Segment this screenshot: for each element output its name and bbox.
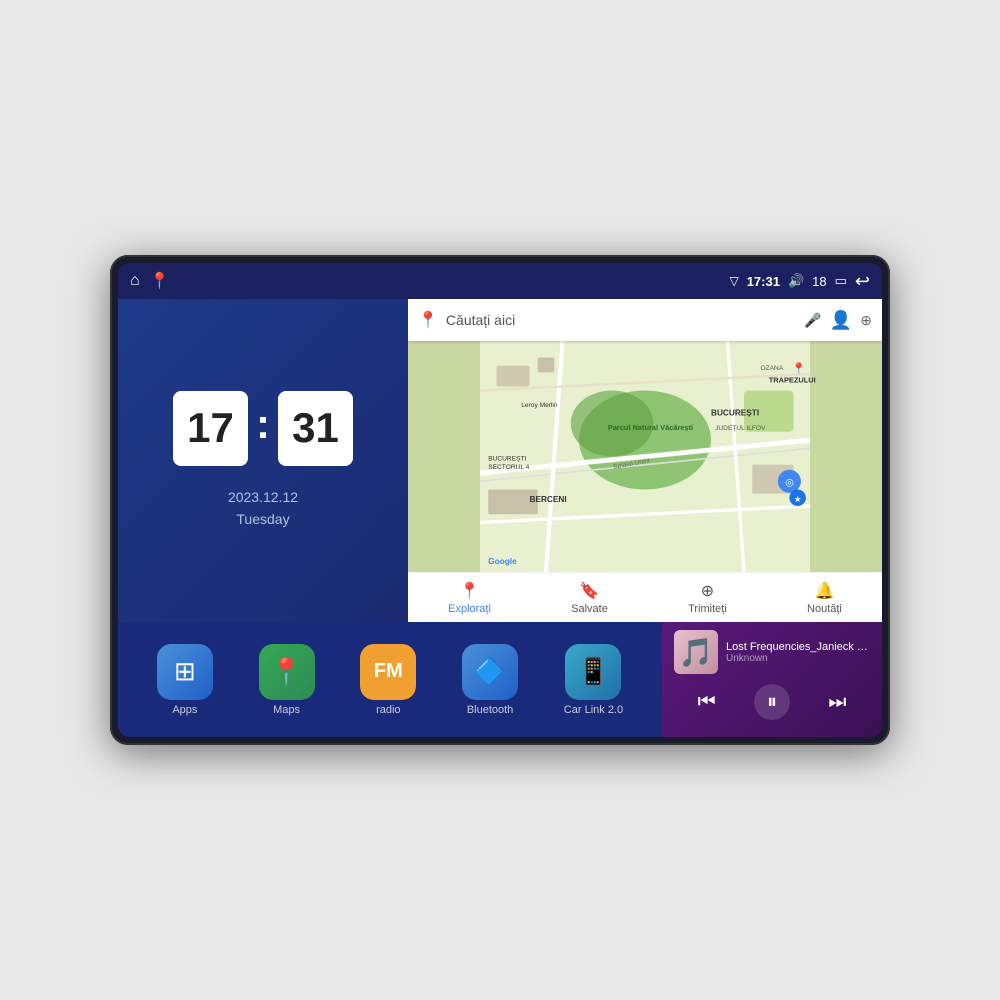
battery-icon: ▭ [835, 273, 847, 289]
map-footer: 📍 Explorați 🔖 Salvate ⊕ Trimiteți 🔔 [408, 572, 882, 622]
app-carlink[interactable]: 📱 Car Link 2.0 [564, 644, 623, 716]
map-panel[interactable]: 📍 Căutați aici 🎤 👤 ⊕ [408, 299, 882, 622]
home-icon[interactable]: ⌂ [130, 272, 140, 290]
svg-text:BERCENI: BERCENI [530, 495, 567, 504]
screen: ⌂ 📍 ▽ 17:31 🔊 18 ▭ ↩ 17 : [118, 263, 882, 737]
music-controls: ⏮ ⏸ ⏭ [674, 684, 870, 720]
music-player: 🎵 Lost Frequencies_Janieck Devy-... Unkn… [662, 622, 882, 737]
svg-text:BUCUREȘTI: BUCUREȘTI [488, 456, 526, 463]
send-label: Trimiteți [688, 603, 727, 615]
map-footer-send[interactable]: ⊕ Trimiteți [688, 581, 727, 615]
bottom-section: ⊞ Apps 📍 Maps FM [118, 622, 882, 737]
news-icon: 🔔 [814, 581, 834, 601]
svg-text:OZANA: OZANA [761, 365, 784, 372]
music-thumbnail: 🎵 [674, 630, 718, 674]
main-content: 17 : 31 2023.12.12 Tuesday 📍 Căutați aic… [118, 299, 882, 737]
news-label: Noutăți [807, 603, 842, 615]
app-maps[interactable]: 📍 Maps [259, 644, 315, 716]
app-apps[interactable]: ⊞ Apps [157, 644, 213, 716]
clock-colon: : [256, 400, 270, 448]
saved-label: Salvate [571, 603, 608, 615]
map-footer-explore[interactable]: 📍 Explorați [448, 581, 491, 615]
clock-date-value: 2023.12.12 [228, 486, 298, 508]
explore-label: Explorați [448, 603, 491, 615]
map-footer-news[interactable]: 🔔 Noutăți [807, 581, 842, 615]
svg-text:TRAPEZULUI: TRAPEZULUI [769, 375, 816, 384]
app-radio[interactable]: FM radio [360, 644, 416, 716]
mic-icon[interactable]: 🎤 [804, 312, 821, 329]
clock-minute: 31 [278, 391, 353, 466]
svg-text:📍: 📍 [792, 361, 806, 375]
radio-label: radio [376, 704, 400, 716]
maps-label: Maps [273, 704, 300, 716]
bluetooth-icon: 🔷 [462, 644, 518, 700]
maps-status-icon[interactable]: 📍 [150, 271, 170, 291]
clock-display: 17 : 31 [173, 391, 353, 466]
svg-text:SECTORUL 4: SECTORUL 4 [488, 464, 529, 471]
prev-button[interactable]: ⏮ [689, 684, 725, 720]
svg-text:Leroy Merlin: Leroy Merlin [521, 402, 558, 409]
explore-icon: 📍 [460, 581, 480, 601]
play-pause-button[interactable]: ⏸ [754, 684, 790, 720]
signal-icon: ▽ [729, 274, 738, 288]
account-icon[interactable]: 👤 [830, 310, 852, 331]
svg-text:BUCUREȘTI: BUCUREȘTI [711, 408, 759, 417]
maps-icon: 📍 [259, 644, 315, 700]
apps-icon: ⊞ [157, 644, 213, 700]
carlink-label: Car Link 2.0 [564, 704, 623, 716]
map-content: Parcul Natural Văcărești BUCUREȘTI JUDEȚ… [408, 341, 882, 572]
carlink-icon: 📱 [565, 644, 621, 700]
radio-icon: FM [360, 644, 416, 700]
saved-icon: 🔖 [580, 581, 600, 601]
map-pin-icon: 📍 [418, 310, 438, 330]
back-icon[interactable]: ↩ [855, 271, 870, 292]
clock-date: 2023.12.12 Tuesday [228, 486, 298, 531]
status-right: ▽ 17:31 🔊 18 ▭ ↩ [729, 271, 870, 292]
apps-area: ⊞ Apps 📍 Maps FM [118, 622, 662, 737]
clock-panel: 17 : 31 2023.12.12 Tuesday [118, 299, 408, 622]
status-left: ⌂ 📍 [130, 271, 170, 291]
svg-text:◎: ◎ [785, 477, 794, 488]
time-display: 17:31 [747, 274, 780, 289]
bluetooth-label: Bluetooth [467, 704, 513, 716]
clock-day: Tuesday [228, 508, 298, 530]
music-artist: Unknown [726, 653, 870, 664]
music-info: 🎵 Lost Frequencies_Janieck Devy-... Unkn… [674, 630, 870, 674]
top-section: 17 : 31 2023.12.12 Tuesday 📍 Căutați aic… [118, 299, 882, 622]
send-icon: ⊕ [701, 581, 714, 601]
car-screen-device: ⌂ 📍 ▽ 17:31 🔊 18 ▭ ↩ 17 : [110, 255, 890, 745]
battery-level: 18 [812, 274, 826, 289]
map-header-icons: 🎤 👤 ⊕ [804, 310, 872, 331]
map-search-input[interactable]: Căutați aici [446, 312, 796, 328]
next-button[interactable]: ⏭ [819, 684, 855, 720]
layers-icon[interactable]: ⊕ [860, 312, 872, 329]
status-bar: ⌂ 📍 ▽ 17:31 🔊 18 ▭ ↩ [118, 263, 882, 299]
app-bluetooth[interactable]: 🔷 Bluetooth [462, 644, 518, 716]
music-meta: Lost Frequencies_Janieck Devy-... Unknow… [726, 641, 870, 664]
svg-text:Parcul Natural Văcărești: Parcul Natural Văcărești [608, 423, 693, 432]
apps-label: Apps [172, 704, 197, 716]
map-footer-saved[interactable]: 🔖 Salvate [571, 581, 608, 615]
clock-hour: 17 [173, 391, 248, 466]
map-header: 📍 Căutați aici 🎤 👤 ⊕ [408, 299, 882, 341]
svg-text:★: ★ [794, 495, 801, 504]
svg-text:JUDEȚUL ILFOV: JUDEȚUL ILFOV [715, 425, 766, 432]
svg-text:Google: Google [488, 557, 517, 566]
volume-icon: 🔊 [788, 273, 804, 289]
music-title: Lost Frequencies_Janieck Devy-... [726, 641, 870, 653]
